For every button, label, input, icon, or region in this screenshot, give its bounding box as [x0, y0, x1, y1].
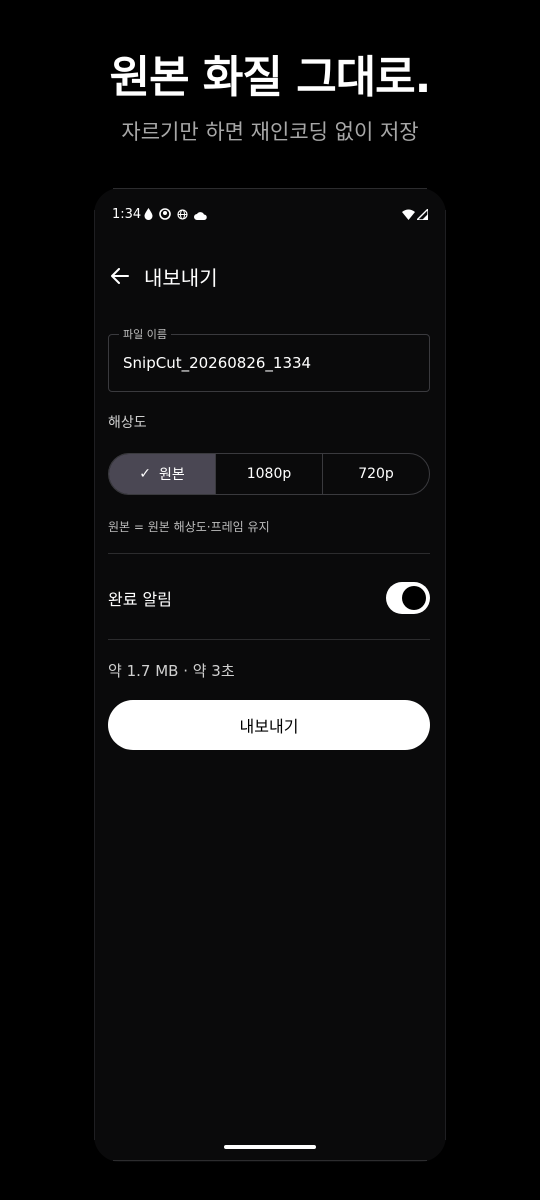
resolution-option-label: 원본 — [158, 467, 185, 483]
phone-edge-top — [113, 188, 427, 189]
notify-label: 완료 알림 — [108, 590, 172, 609]
status-time: 1:34 — [112, 207, 142, 222]
filename-label: 파일 이름 — [119, 326, 171, 342]
wifi-icon — [402, 209, 415, 224]
status-icons-left — [144, 206, 207, 226]
resolution-selector: ✓ 원본 1080p 720p — [108, 453, 430, 495]
filename-field[interactable]: 파일 이름 SnipCut_20260826_1334 — [108, 326, 430, 392]
filename-value[interactable]: SnipCut_20260826_1334 — [123, 354, 311, 372]
resolution-option-720p[interactable]: 720p — [323, 454, 429, 494]
home-indicator[interactable] — [224, 1145, 316, 1149]
face-icon — [159, 208, 171, 224]
resolution-option-label: 720p — [358, 466, 394, 482]
notify-toggle[interactable] — [386, 582, 430, 614]
notify-row: 완료 알림 — [108, 578, 430, 618]
check-icon: ✓ — [139, 466, 151, 482]
resolution-option-1080p[interactable]: 1080p — [216, 454, 323, 494]
promo-title: 원본 화질 그대로. — [109, 52, 432, 103]
arrow-left-icon[interactable] — [108, 264, 132, 288]
promo-subtitle: 자르기만 하면 재인코딩 없이 저장 — [121, 120, 419, 144]
water-drop-icon — [144, 208, 153, 224]
resolution-option-original[interactable]: ✓ 원본 — [109, 454, 216, 494]
divider — [108, 639, 430, 640]
status-icons-right — [402, 206, 429, 226]
resolution-note: 원본 = 원본 해상도·프레임 유지 — [108, 520, 270, 534]
resolution-label: 해상도 — [108, 415, 147, 431]
status-bar: 1:34 — [112, 206, 430, 226]
app-header: 내보내기 — [108, 258, 218, 294]
phone-side-right — [445, 210, 446, 1140]
toggle-thumb — [402, 586, 426, 610]
page-title: 내보내기 — [144, 265, 218, 290]
resolution-option-label: 1080p — [246, 466, 292, 482]
export-estimate: 약 1.7 MB · 약 3초 — [108, 662, 235, 680]
phone-side-left — [94, 210, 95, 1140]
signal-icon — [415, 206, 429, 224]
globe-icon — [177, 208, 188, 224]
phone-edge-bottom — [113, 1160, 427, 1161]
divider — [108, 553, 430, 554]
export-button[interactable]: 내보내기 — [108, 700, 430, 750]
cloud-icon — [194, 209, 207, 224]
